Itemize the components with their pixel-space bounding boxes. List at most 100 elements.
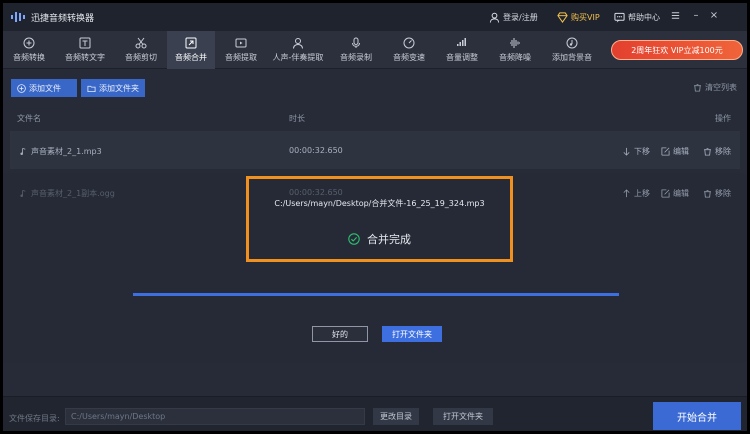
edit-button[interactable]: 编辑 — [661, 146, 689, 157]
menu-button[interactable] — [669, 10, 681, 22]
text-icon — [79, 37, 91, 49]
minimize-icon: – — [693, 10, 699, 21]
convert-icon — [23, 37, 35, 49]
login-label: 登录/注册 — [503, 12, 538, 22]
voice-icon — [293, 38, 303, 49]
ok-button[interactable]: 好的 — [312, 326, 368, 342]
buy-vip-label: 购买VIP — [571, 12, 600, 22]
app-title: 迅捷音频转换器 — [31, 14, 95, 24]
move-down-button[interactable]: 下移 — [622, 146, 650, 157]
merge-complete-label: 合并完成 — [367, 233, 411, 246]
duration: 00:00:32.650 — [289, 146, 343, 155]
help-center-label: 帮助中心 — [628, 12, 660, 22]
edit-label: 编辑 — [673, 147, 689, 156]
tool-label: 添加背景音 — [552, 53, 592, 62]
ok-label: 好的 — [332, 329, 348, 339]
merge-complete-status: 合并完成 — [249, 231, 510, 247]
tool-label: 音频提取 — [225, 53, 257, 62]
file-name: 声音素材_2_1.mp3 — [31, 147, 102, 156]
mic-icon — [352, 37, 360, 48]
add-folder-label: 添加文件夹 — [99, 83, 139, 93]
menu-icon — [671, 12, 679, 19]
tab-audio-cut[interactable]: 音频剪切 — [115, 31, 167, 69]
tab-audio-to-text[interactable]: 音频转文字 — [55, 31, 115, 69]
table-row[interactable]: 声音素材_2_1.mp3 00:00:32.650 下移 编辑 移除 — [10, 131, 740, 169]
denoise-icon — [510, 38, 520, 48]
scissors-icon — [135, 37, 147, 49]
file-name-cell: 声音素材_2_1.mp3 — [19, 146, 102, 157]
promo-banner-button[interactable]: 2周年狂欢 VIP立减100元 — [611, 40, 743, 60]
trash-icon — [704, 147, 711, 156]
trash-icon — [694, 83, 701, 92]
login-button[interactable]: 登录/注册 — [489, 10, 538, 24]
user-icon — [489, 12, 500, 23]
buy-vip-button[interactable]: 购买VIP — [557, 10, 600, 24]
tab-audio-extract[interactable]: 音频提取 — [215, 31, 267, 69]
tool-label: 音频转文字 — [65, 53, 105, 62]
change-directory-label: 更改目录 — [380, 412, 412, 421]
tool-label: 音频录制 — [340, 53, 372, 62]
tab-volume-adjust[interactable]: 音量调整 — [435, 31, 489, 69]
tab-audio-record[interactable]: 音频录制 — [329, 31, 383, 69]
speed-icon — [403, 37, 415, 49]
remove-button[interactable]: 移除 — [703, 146, 731, 157]
start-merge-button[interactable]: 开始合并 — [653, 402, 741, 430]
column-header-operation: 操作 — [715, 114, 731, 123]
tool-label: 人声-伴奏提取 — [272, 53, 324, 62]
app-logo-icon — [11, 12, 25, 22]
footer-bar: 文件保存目录: C:/Users/mayn/Desktop 更改目录 打开文件夹… — [3, 396, 747, 431]
open-folder-label: 打开文件夹 — [392, 329, 432, 339]
minimize-button[interactable]: – — [690, 10, 702, 22]
arrow-down-icon — [623, 147, 630, 156]
tool-label: 音量调整 — [446, 53, 478, 62]
start-merge-label: 开始合并 — [677, 412, 717, 424]
tool-label: 音频剪切 — [125, 53, 157, 62]
duration-cell: 00:00:32.650 — [289, 146, 343, 155]
tab-audio-convert[interactable]: 音频转换 — [3, 31, 55, 69]
volume-icon — [457, 38, 466, 46]
save-directory-label: 文件保存目录: — [9, 414, 60, 423]
merge-icon — [185, 37, 197, 49]
chat-icon — [614, 12, 625, 23]
footer-open-folder-button[interactable]: 打开文件夹 — [433, 408, 493, 425]
music-icon — [566, 37, 578, 49]
tab-audio-merge[interactable]: 音频合并 — [167, 31, 215, 69]
plus-circle-icon — [17, 83, 26, 93]
tool-label: 音频变速 — [393, 53, 425, 62]
tool-label: 音频合并 — [175, 53, 207, 62]
remove-label: 移除 — [715, 147, 731, 156]
tab-audio-denoise[interactable]: 音频降噪 — [489, 31, 541, 69]
merge-progress-fill — [133, 293, 619, 296]
column-header-filename: 文件名 — [17, 114, 41, 123]
open-folder-button[interactable]: 打开文件夹 — [382, 326, 442, 342]
move-label: 下移 — [634, 147, 650, 156]
tab-vocal-extract[interactable]: 人声-伴奏提取 — [267, 31, 329, 69]
highlight-box — [246, 176, 513, 262]
close-icon: × — [709, 10, 719, 21]
change-directory-button[interactable]: 更改目录 — [373, 408, 419, 425]
footer-open-folder-label: 打开文件夹 — [443, 412, 483, 421]
tool-label: 音频降噪 — [499, 53, 531, 62]
close-button[interactable]: × — [708, 10, 720, 22]
save-directory-field[interactable]: C:/Users/mayn/Desktop — [65, 408, 365, 425]
folder-icon — [87, 85, 96, 92]
promo-label: 2周年狂欢 VIP立减100元 — [631, 45, 723, 55]
add-folder-button[interactable]: 添加文件夹 — [81, 79, 145, 97]
clear-list-button[interactable]: 清空列表 — [693, 82, 737, 93]
add-file-button[interactable]: 添加文件 — [11, 79, 77, 97]
output-file-path: C:/Users/mayn/Desktop/合并文件-16_25_19_324.… — [274, 199, 485, 208]
tab-audio-speed[interactable]: 音频变速 — [383, 31, 435, 69]
clear-list-label: 清空列表 — [705, 83, 737, 92]
column-header-duration: 时长 — [289, 114, 305, 123]
tool-label: 音频转换 — [13, 53, 45, 62]
music-note-icon — [20, 147, 26, 156]
help-center-button[interactable]: 帮助中心 — [614, 10, 660, 24]
add-file-label: 添加文件 — [29, 83, 61, 93]
vip-diamond-icon — [557, 11, 568, 23]
check-circle-icon — [348, 233, 360, 245]
title-bar: 迅捷音频转换器 登录/注册 购买VIP 帮助中心 – × — [3, 3, 747, 31]
tab-add-background-music[interactable]: 添加背景音 — [541, 31, 603, 69]
extract-icon — [235, 38, 247, 48]
edit-icon — [661, 147, 670, 156]
feature-toolbar: 音频转换 音频转文字 音频剪切 音频合并 音频提取 人声-伴奏提取 音频录制 音… — [3, 31, 747, 69]
